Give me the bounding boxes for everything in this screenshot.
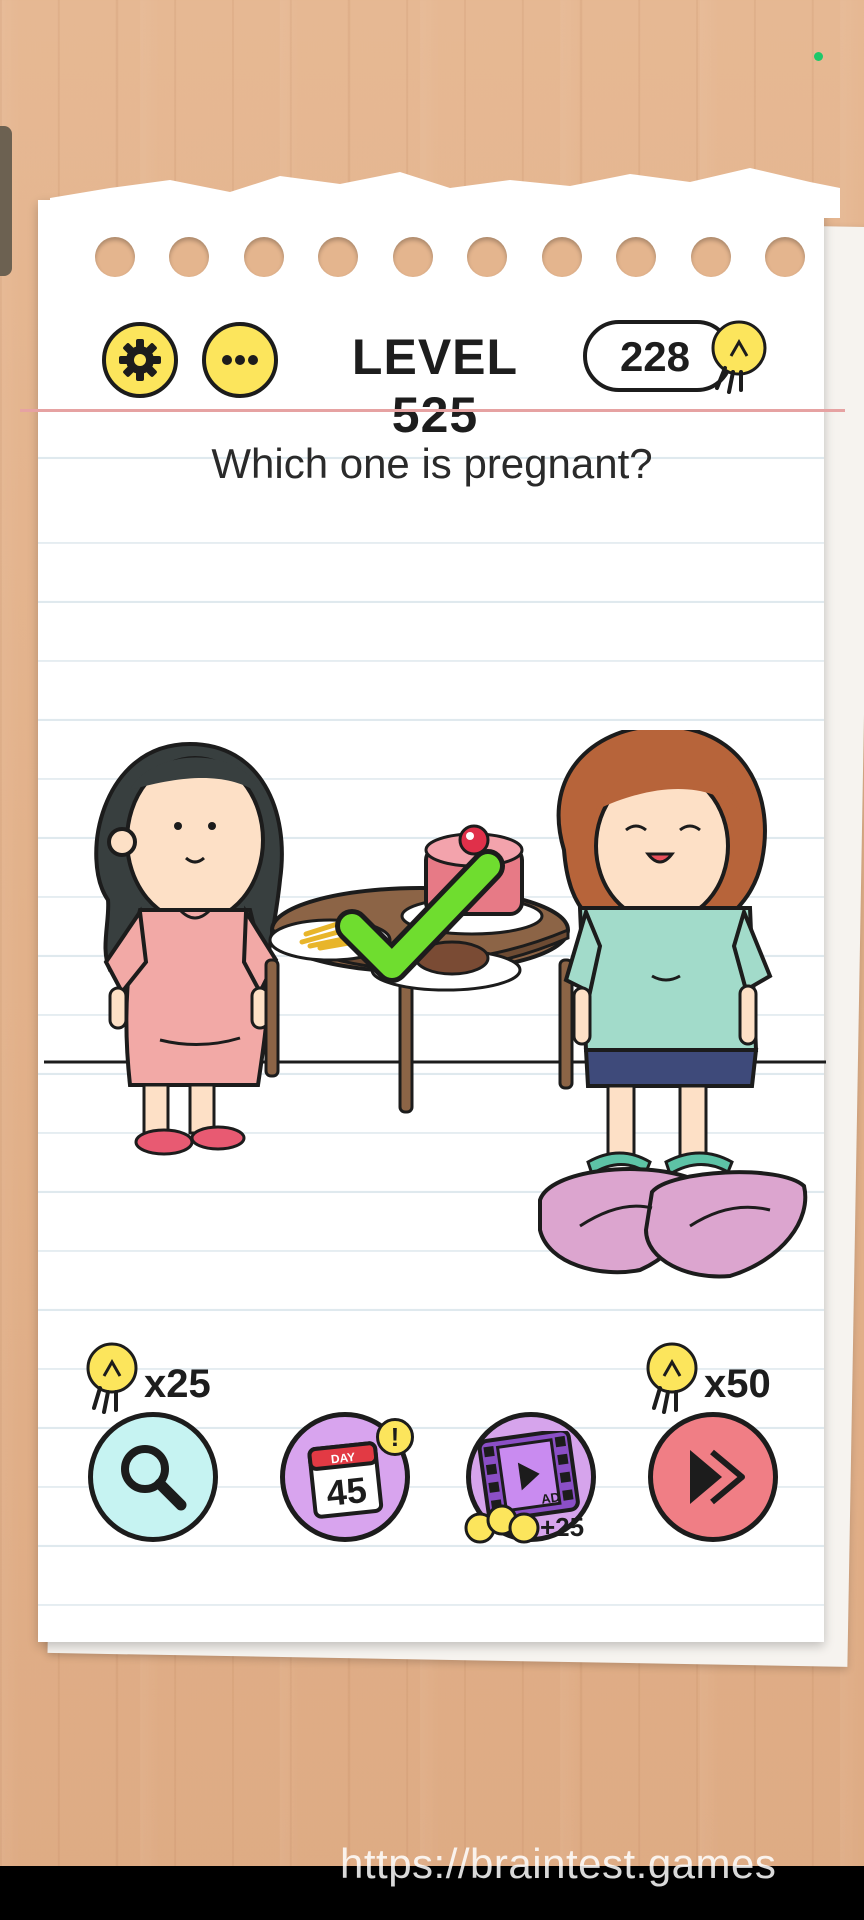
ad-reward: +25 [540, 1512, 585, 1542]
question-text: Which one is pregnant? [211, 440, 653, 487]
calendar-day: 45 [324, 1469, 368, 1514]
watermark-text: https://braintest.games [340, 1840, 777, 1887]
puzzle-scene [44, 730, 826, 1279]
more-icon [222, 355, 258, 365]
calendar-icon: DAY 45 [307, 1441, 384, 1519]
gear-icon [119, 339, 161, 381]
torn-paper-edge [50, 168, 840, 218]
side-edge-tab [0, 126, 12, 276]
lightbulb-icon [646, 1342, 698, 1414]
skip-cost: x50 [704, 1362, 771, 1406]
calendar-label: DAY [330, 1450, 356, 1466]
paper-margin-line [20, 409, 845, 412]
lightbulb-icon [86, 1342, 138, 1414]
lightbulb-icon [464, 1504, 540, 1544]
woman-right[interactable] [556, 730, 773, 1177]
level-title: LEVEL 525 [351, 329, 519, 443]
pillows [538, 1167, 808, 1279]
woman-left[interactable] [94, 741, 284, 1156]
magnifier-button[interactable] [88, 1412, 218, 1542]
status-indicator [814, 52, 823, 61]
hint-count: 228 [619, 333, 691, 380]
calendar-alert-badge: ! [376, 1418, 414, 1456]
lightbulb-icon [711, 320, 767, 394]
search-icon [121, 1445, 187, 1511]
skip-level-button[interactable] [648, 1412, 778, 1542]
more-button[interactable] [202, 322, 278, 398]
ad-label: AD [540, 1489, 561, 1506]
notepad-holes [95, 237, 805, 277]
settings-button[interactable] [102, 322, 178, 398]
magnifier-cost: x25 [144, 1362, 211, 1406]
skip-icon [690, 1449, 745, 1505]
